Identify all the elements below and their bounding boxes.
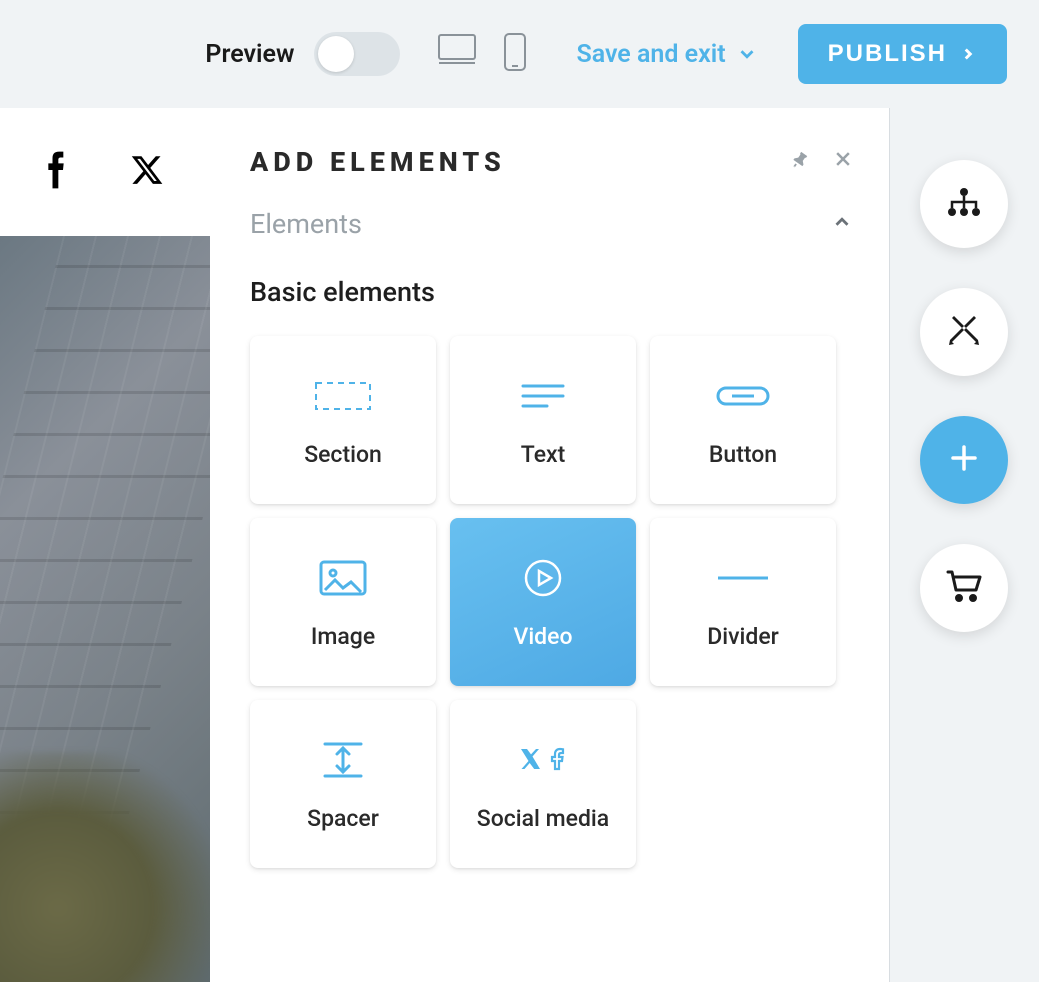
cart-button[interactable] xyxy=(920,544,1008,632)
elements-section-toggle[interactable]: Elements xyxy=(250,208,853,240)
panel-title: ADD ELEMENTS xyxy=(250,146,506,178)
desktop-icon[interactable] xyxy=(436,32,478,76)
card-label: Video xyxy=(513,623,572,650)
divider-icon xyxy=(716,555,770,601)
element-card-text[interactable]: Text xyxy=(450,336,636,504)
card-label: Section xyxy=(304,441,382,468)
chevron-down-icon xyxy=(736,43,758,65)
chevron-right-icon xyxy=(959,45,977,63)
preview-label: Preview xyxy=(205,40,294,69)
top-toolbar: Preview Save and exit PUBLISH xyxy=(0,0,1039,108)
add-elements-panel: ADD ELEMENTS Elements Basic elements xyxy=(210,108,890,982)
sitemap-icon xyxy=(945,186,983,222)
card-label: Text xyxy=(521,441,566,468)
save-exit-label: Save and exit xyxy=(576,40,725,69)
plus-icon xyxy=(949,443,979,477)
publish-label: PUBLISH xyxy=(828,40,947,68)
toggle-knob xyxy=(318,36,354,72)
canvas-preview xyxy=(0,236,210,982)
elements-grid: Section Text Button xyxy=(250,336,853,868)
chevron-up-icon xyxy=(831,211,853,237)
text-icon xyxy=(521,373,565,419)
sitemap-button[interactable] xyxy=(920,160,1008,248)
element-card-social-media[interactable]: Social media xyxy=(450,700,636,868)
device-switcher xyxy=(436,32,528,76)
close-icon[interactable] xyxy=(833,149,853,175)
save-and-exit-button[interactable]: Save and exit xyxy=(576,40,757,69)
card-label: Social media xyxy=(477,805,609,832)
facebook-icon[interactable] xyxy=(44,150,66,194)
social-icon xyxy=(519,737,567,783)
x-icon[interactable] xyxy=(128,153,166,191)
card-label: Button xyxy=(709,441,777,468)
publish-button[interactable]: PUBLISH xyxy=(798,24,1007,84)
pin-icon[interactable] xyxy=(789,149,811,175)
mobile-icon[interactable] xyxy=(502,32,528,76)
pen-cross-icon xyxy=(946,312,982,352)
element-card-button[interactable]: Button xyxy=(650,336,836,504)
element-card-image[interactable]: Image xyxy=(250,518,436,686)
element-card-video[interactable]: Video xyxy=(450,518,636,686)
right-rail xyxy=(919,160,1009,632)
card-label: Spacer xyxy=(307,805,379,832)
design-button[interactable] xyxy=(920,288,1008,376)
image-icon xyxy=(319,555,367,601)
section-icon xyxy=(314,373,372,419)
preview-toggle[interactable] xyxy=(314,32,400,76)
element-card-section[interactable]: Section xyxy=(250,336,436,504)
social-header xyxy=(0,108,210,236)
card-label: Divider xyxy=(707,623,779,650)
add-button[interactable] xyxy=(920,416,1008,504)
element-card-divider[interactable]: Divider xyxy=(650,518,836,686)
video-icon xyxy=(523,555,563,601)
section-label: Elements xyxy=(250,208,362,240)
subsection-title: Basic elements xyxy=(250,276,853,308)
button-icon xyxy=(716,373,770,419)
element-card-spacer[interactable]: Spacer xyxy=(250,700,436,868)
cart-icon xyxy=(945,569,983,607)
panel-header: ADD ELEMENTS xyxy=(250,146,853,178)
card-label: Image xyxy=(311,623,375,650)
spacer-icon xyxy=(321,737,365,783)
